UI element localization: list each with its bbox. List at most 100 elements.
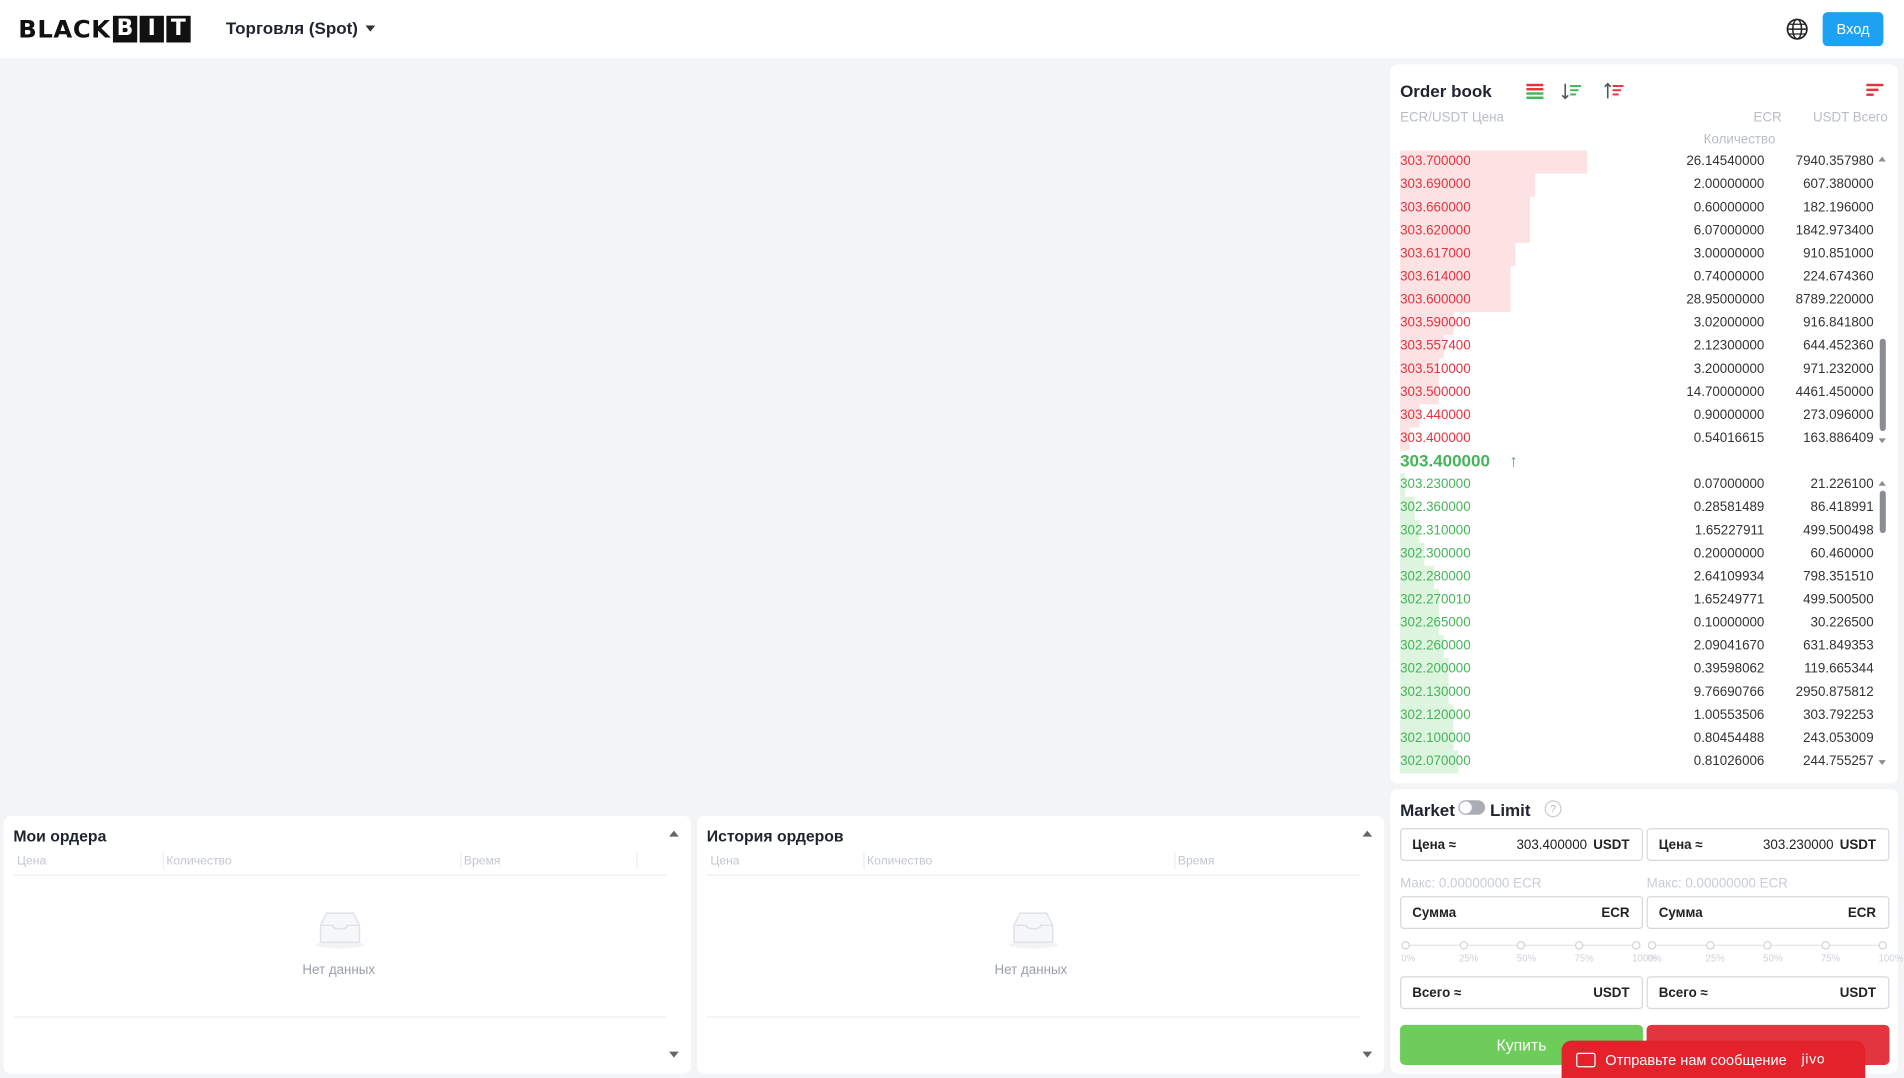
ask-row[interactable]: 303.600000 28.95000000 8789.220000 xyxy=(1400,289,1881,313)
chat-widget[interactable]: Отправьте нам сообщение jivo xyxy=(1561,1040,1866,1078)
envelope-icon xyxy=(1576,1052,1596,1067)
ask-row[interactable]: 303.440000 0.90000000 273.096000 xyxy=(1400,404,1881,428)
scroll-down-icon[interactable] xyxy=(1878,438,1886,444)
bid-row[interactable]: 302.310000 1.65227911 499.500498 xyxy=(1400,519,1881,543)
slider-stop[interactable] xyxy=(1763,941,1772,950)
sell-price-field[interactable]: Цена ≈ 303.230000 USDT xyxy=(1646,828,1890,861)
scrollbar-thumb[interactable] xyxy=(1879,338,1886,432)
empty-state-text: Нет данных xyxy=(994,962,1068,978)
slider-stop[interactable] xyxy=(1516,941,1526,950)
bid-row[interactable]: 302.070000 0.81026006 244.755257 xyxy=(1400,750,1881,774)
logo-letter: T xyxy=(166,15,191,43)
slider-stop[interactable] xyxy=(1647,941,1657,950)
slider-stop[interactable] xyxy=(1878,941,1888,950)
view-bids-icon[interactable] xyxy=(1560,81,1582,100)
ask-row[interactable]: 303.590000 3.02000000 916.841800 xyxy=(1400,312,1881,336)
row-total: 273.096000 xyxy=(1803,408,1874,423)
row-qty: 6.07000000 xyxy=(1693,223,1765,239)
slider-mark-label: 75% xyxy=(1820,953,1841,965)
row-price: 302.260000 xyxy=(1400,638,1471,654)
view-both-icon[interactable] xyxy=(1524,81,1546,100)
top-header: BLACK B I T Торговля (Spot) Вход xyxy=(0,0,1904,59)
ask-row[interactable]: 303.500000 14.70000000 4461.450000 xyxy=(1400,381,1881,405)
bid-row[interactable]: 303.230000 0.07000000 21.226100 xyxy=(1400,473,1881,497)
row-price: 303.440000 xyxy=(1400,408,1471,423)
bid-row[interactable]: 302.200000 0.39598062 119.665344 xyxy=(1400,658,1881,682)
scrollbar-thumb[interactable] xyxy=(1879,490,1886,534)
trade-form-panel: Market Limit ? Цена ≈ 303.400000 USDT Ма… xyxy=(1390,789,1903,1074)
help-icon[interactable]: ? xyxy=(1544,800,1562,818)
scroll-down-icon[interactable] xyxy=(669,1051,679,1058)
collapse-icon[interactable] xyxy=(669,830,679,837)
buy-price-field[interactable]: Цена ≈ 303.400000 USDT xyxy=(1400,828,1643,861)
column-qty-unit: ECR xyxy=(1753,110,1782,126)
ask-row[interactable]: 303.617000 3.00000000 910.851000 xyxy=(1400,242,1881,266)
bid-row[interactable]: 302.270010 1.65249771 499.500500 xyxy=(1400,588,1881,613)
row-qty: 14.70000000 xyxy=(1686,384,1765,400)
ask-row[interactable]: 303.690000 2.00000000 607.380000 xyxy=(1400,173,1881,197)
bid-row[interactable]: 302.130000 9.76690766 2950.875812 xyxy=(1400,681,1881,705)
sell-total-field[interactable]: Всего ≈ USDT xyxy=(1646,976,1890,1010)
row-total: 644.452360 xyxy=(1803,338,1874,354)
precision-menu-icon[interactable] xyxy=(1864,81,1886,100)
row-price: 302.270010 xyxy=(1400,592,1471,608)
row-qty: 0.39598062 xyxy=(1693,661,1765,677)
ask-row[interactable]: 303.620000 6.07000000 1842.973400 xyxy=(1400,219,1881,243)
row-price: 302.120000 xyxy=(1400,707,1471,723)
row-qty: 2.64109934 xyxy=(1693,569,1765,585)
row-price: 302.310000 xyxy=(1400,523,1471,538)
slider-mark-label: 50% xyxy=(1516,953,1537,965)
scroll-down-icon[interactable] xyxy=(1878,760,1886,766)
slider-mark-label: 25% xyxy=(1705,953,1725,965)
login-button[interactable]: Вход xyxy=(1822,12,1884,47)
buy-percent-slider[interactable]: 0% 25% 50% 75% 100% xyxy=(1401,940,1657,965)
row-total: 182.196000 xyxy=(1803,200,1874,215)
bid-row[interactable]: 302.260000 2.09041670 631.849353 xyxy=(1400,635,1881,659)
scroll-up-icon[interactable] xyxy=(1878,480,1886,486)
row-price: 303.400000 xyxy=(1400,431,1471,446)
bid-row[interactable]: 302.120000 1.00553506 303.792253 xyxy=(1400,704,1881,728)
buy-amount-field[interactable]: Сумма ECR xyxy=(1400,896,1643,929)
row-price: 302.265000 xyxy=(1400,615,1471,631)
order-history-panel: История ордеров Цена Количество Время Не… xyxy=(697,816,1385,1074)
row-total: 631.849353 xyxy=(1803,638,1874,654)
sell-amount-field[interactable]: Сумма ECR xyxy=(1646,896,1890,929)
slider-stop[interactable] xyxy=(1401,941,1410,950)
bid-row[interactable]: 302.100000 0.80454488 243.053009 xyxy=(1400,727,1881,751)
ask-row[interactable]: 303.557400 2.12300000 644.452360 xyxy=(1400,335,1881,359)
bid-row[interactable]: 302.265000 0.10000000 30.226500 xyxy=(1400,612,1881,636)
logo[interactable]: BLACK B I T xyxy=(18,15,191,44)
column-qty-header: Количество xyxy=(1703,132,1776,147)
collapse-icon[interactable] xyxy=(1362,830,1373,837)
ask-row[interactable]: 303.400000 0.54016615 163.886409 xyxy=(1400,427,1881,451)
bid-row[interactable]: 302.360000 0.28581489 86.418991 xyxy=(1400,496,1881,520)
ask-row[interactable]: 303.700000 26.14540000 7940.357980 xyxy=(1400,150,1881,174)
slider-stop[interactable] xyxy=(1458,941,1468,950)
scroll-up-icon[interactable] xyxy=(1878,156,1886,162)
row-qty: 3.02000000 xyxy=(1693,315,1765,331)
row-total: 303.792253 xyxy=(1803,707,1874,723)
slider-stop[interactable] xyxy=(1632,941,1641,950)
row-total: 244.755257 xyxy=(1803,754,1874,769)
slider-stop[interactable] xyxy=(1820,941,1830,950)
ask-row[interactable]: 303.614000 0.74000000 224.674360 xyxy=(1400,265,1881,290)
ask-row[interactable]: 303.510000 3.20000000 971.232000 xyxy=(1400,358,1881,382)
slider-stop[interactable] xyxy=(1705,941,1714,950)
scroll-down-icon[interactable] xyxy=(1362,1051,1373,1058)
ask-row[interactable]: 303.660000 0.60000000 182.196000 xyxy=(1400,196,1881,220)
bid-row[interactable]: 302.300000 0.20000000 60.460000 xyxy=(1400,542,1881,566)
slider-stop[interactable] xyxy=(1574,941,1583,950)
row-total: 60.460000 xyxy=(1810,546,1874,562)
asks-scrollbar[interactable] xyxy=(1878,154,1886,445)
globe-icon[interactable] xyxy=(1785,17,1809,41)
column-qty: Количество xyxy=(166,854,232,869)
bid-row[interactable]: 302.280000 2.64109934 798.351510 xyxy=(1400,565,1881,589)
order-type-toggle[interactable] xyxy=(1458,800,1486,815)
trade-menu-dropdown[interactable]: Торговля (Spot) xyxy=(226,18,375,38)
bids-scrollbar[interactable] xyxy=(1878,478,1886,769)
price-value: 303.230000 xyxy=(1762,837,1834,853)
buy-total-field[interactable]: Всего ≈ USDT xyxy=(1400,976,1643,1010)
sell-percent-slider[interactable]: 0% 25% 50% 75% 100% xyxy=(1647,940,1903,965)
bids-list: 303.230000 0.07000000 21.226100 302.360000 0… xyxy=(1400,473,1881,774)
view-asks-icon[interactable] xyxy=(1603,81,1625,100)
